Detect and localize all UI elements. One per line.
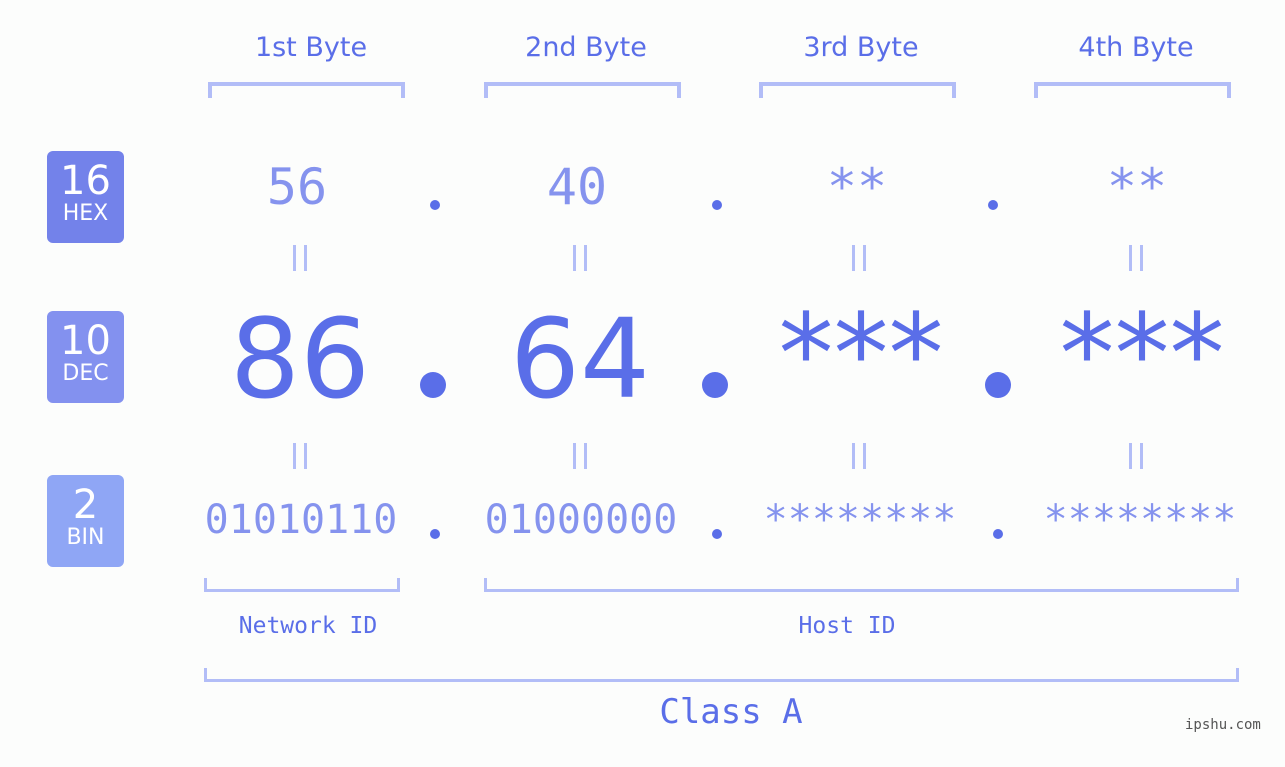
byte-header-1: 1st Byte [254, 32, 368, 63]
class-bracket [204, 668, 1239, 682]
dec-badge: 10 DEC [47, 311, 124, 403]
equals-hex-dec-3 [852, 240, 866, 280]
byte-bracket-1 [208, 82, 405, 98]
hex-dot-3 [988, 200, 998, 210]
hex-badge-label: HEX [62, 201, 109, 226]
bin-badge: 2 BIN [47, 475, 124, 567]
equals-dec-bin-1 [293, 438, 307, 478]
class-label: Class A [659, 692, 803, 732]
dec-badge-label: DEC [62, 361, 109, 386]
byte-bracket-2 [484, 82, 681, 98]
dec-dot-2 [702, 372, 728, 398]
equals-dec-bin-3 [852, 438, 866, 478]
equals-hex-dec-4 [1129, 240, 1143, 280]
watermark: ipshu.com [1185, 717, 1261, 733]
dec-value-2: 64 [510, 295, 650, 423]
bin-value-3: ******** [763, 497, 957, 543]
hex-badge: 16 HEX [47, 151, 124, 243]
network-id-label: Network ID [238, 613, 378, 639]
dec-badge-number: 10 [60, 318, 111, 364]
hex-value-1: 56 [266, 158, 328, 216]
dec-value-1: 86 [230, 295, 370, 423]
bin-value-4: ******** [1043, 497, 1237, 543]
bin-badge-label: BIN [66, 525, 105, 550]
dec-value-4: *** [1059, 290, 1225, 418]
network-id-bracket [204, 578, 400, 592]
byte-bracket-4 [1034, 82, 1231, 98]
equals-hex-dec-2 [573, 240, 587, 280]
dec-dot-3 [985, 372, 1011, 398]
equals-dec-bin-4 [1129, 438, 1143, 478]
byte-header-4: 4th Byte [1078, 32, 1194, 63]
bin-dot-1 [430, 529, 440, 539]
bin-value-2: 01000000 [484, 497, 678, 543]
bin-value-1: 01010110 [204, 497, 398, 543]
hex-dot-1 [430, 200, 440, 210]
byte-bracket-3 [759, 82, 956, 98]
hex-badge-number: 16 [60, 158, 111, 204]
equals-hex-dec-1 [293, 240, 307, 280]
dec-value-3: *** [778, 290, 944, 418]
equals-dec-bin-2 [573, 438, 587, 478]
bin-badge-number: 2 [72, 482, 99, 528]
dec-dot-1 [420, 372, 446, 398]
byte-header-3: 3rd Byte [803, 32, 919, 63]
bin-dot-3 [993, 529, 1003, 539]
hex-value-3: ** [826, 158, 888, 216]
hex-dot-2 [712, 200, 722, 210]
hex-value-2: 40 [546, 158, 608, 216]
hex-value-4: ** [1106, 158, 1168, 216]
host-id-label: Host ID [798, 613, 896, 639]
bin-dot-2 [712, 529, 722, 539]
byte-header-2: 2nd Byte [525, 32, 647, 63]
host-id-bracket [484, 578, 1239, 592]
